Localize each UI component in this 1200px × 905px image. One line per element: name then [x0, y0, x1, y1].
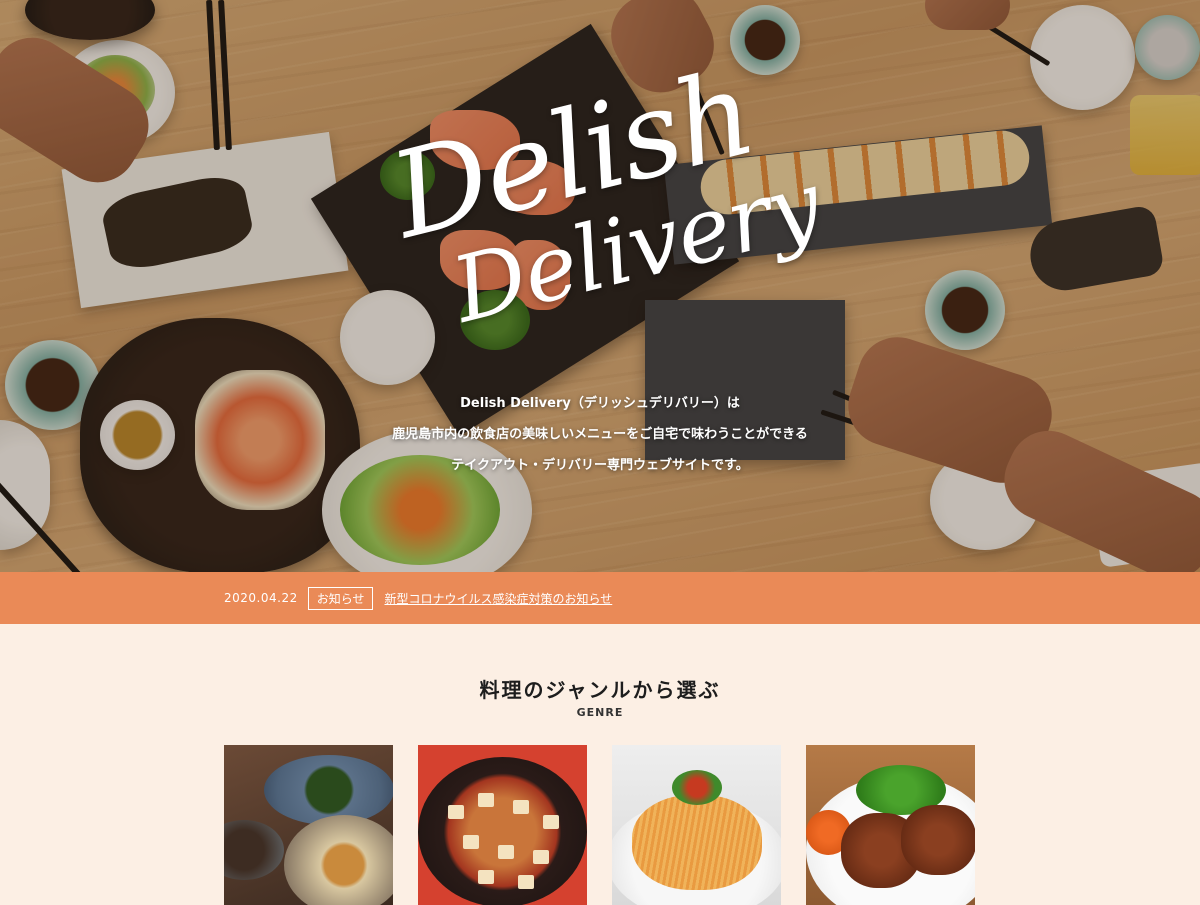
news-title-link[interactable]: 新型コロナウイルス感染症対策のお知らせ: [384, 590, 612, 607]
genre-card-western[interactable]: [806, 745, 975, 905]
genre-card-list: [224, 745, 975, 905]
genre-card-chinese[interactable]: [418, 745, 587, 905]
hero-copy-line-3: テイクアウト・デリバリー専門ウェブサイトです。: [451, 458, 749, 473]
news-category-badge: お知らせ: [307, 586, 374, 610]
hero-description: Delish Delivery（デリッシュデリバリー）は 鹿児島市内の飲食店の美…: [0, 388, 1200, 481]
genre-section: 料理のジャンルから選ぶ GENRE: [0, 624, 1200, 905]
genre-card-italian[interactable]: [612, 745, 781, 905]
section-subtitle: GENRE: [576, 706, 624, 719]
genre-card-japanese[interactable]: [224, 745, 393, 905]
site-logo[interactable]: Delish Delivery: [379, 43, 860, 344]
hero-copy-line-1: Delish Delivery（デリッシュデリバリー）は: [460, 396, 740, 411]
news-bar: 2020.04.22 お知らせ 新型コロナウイルス感染症対策のお知らせ: [0, 572, 1200, 624]
hero-copy-line-2: 鹿児島市内の飲食店の美味しいメニューをご自宅で味わうことができる: [392, 427, 808, 442]
news-date: 2020.04.22: [224, 591, 298, 605]
section-title: 料理のジャンルから選ぶ: [479, 678, 721, 702]
hero-section: Delish Delivery Delish Delivery（デリッシュデリバ…: [0, 0, 1200, 572]
